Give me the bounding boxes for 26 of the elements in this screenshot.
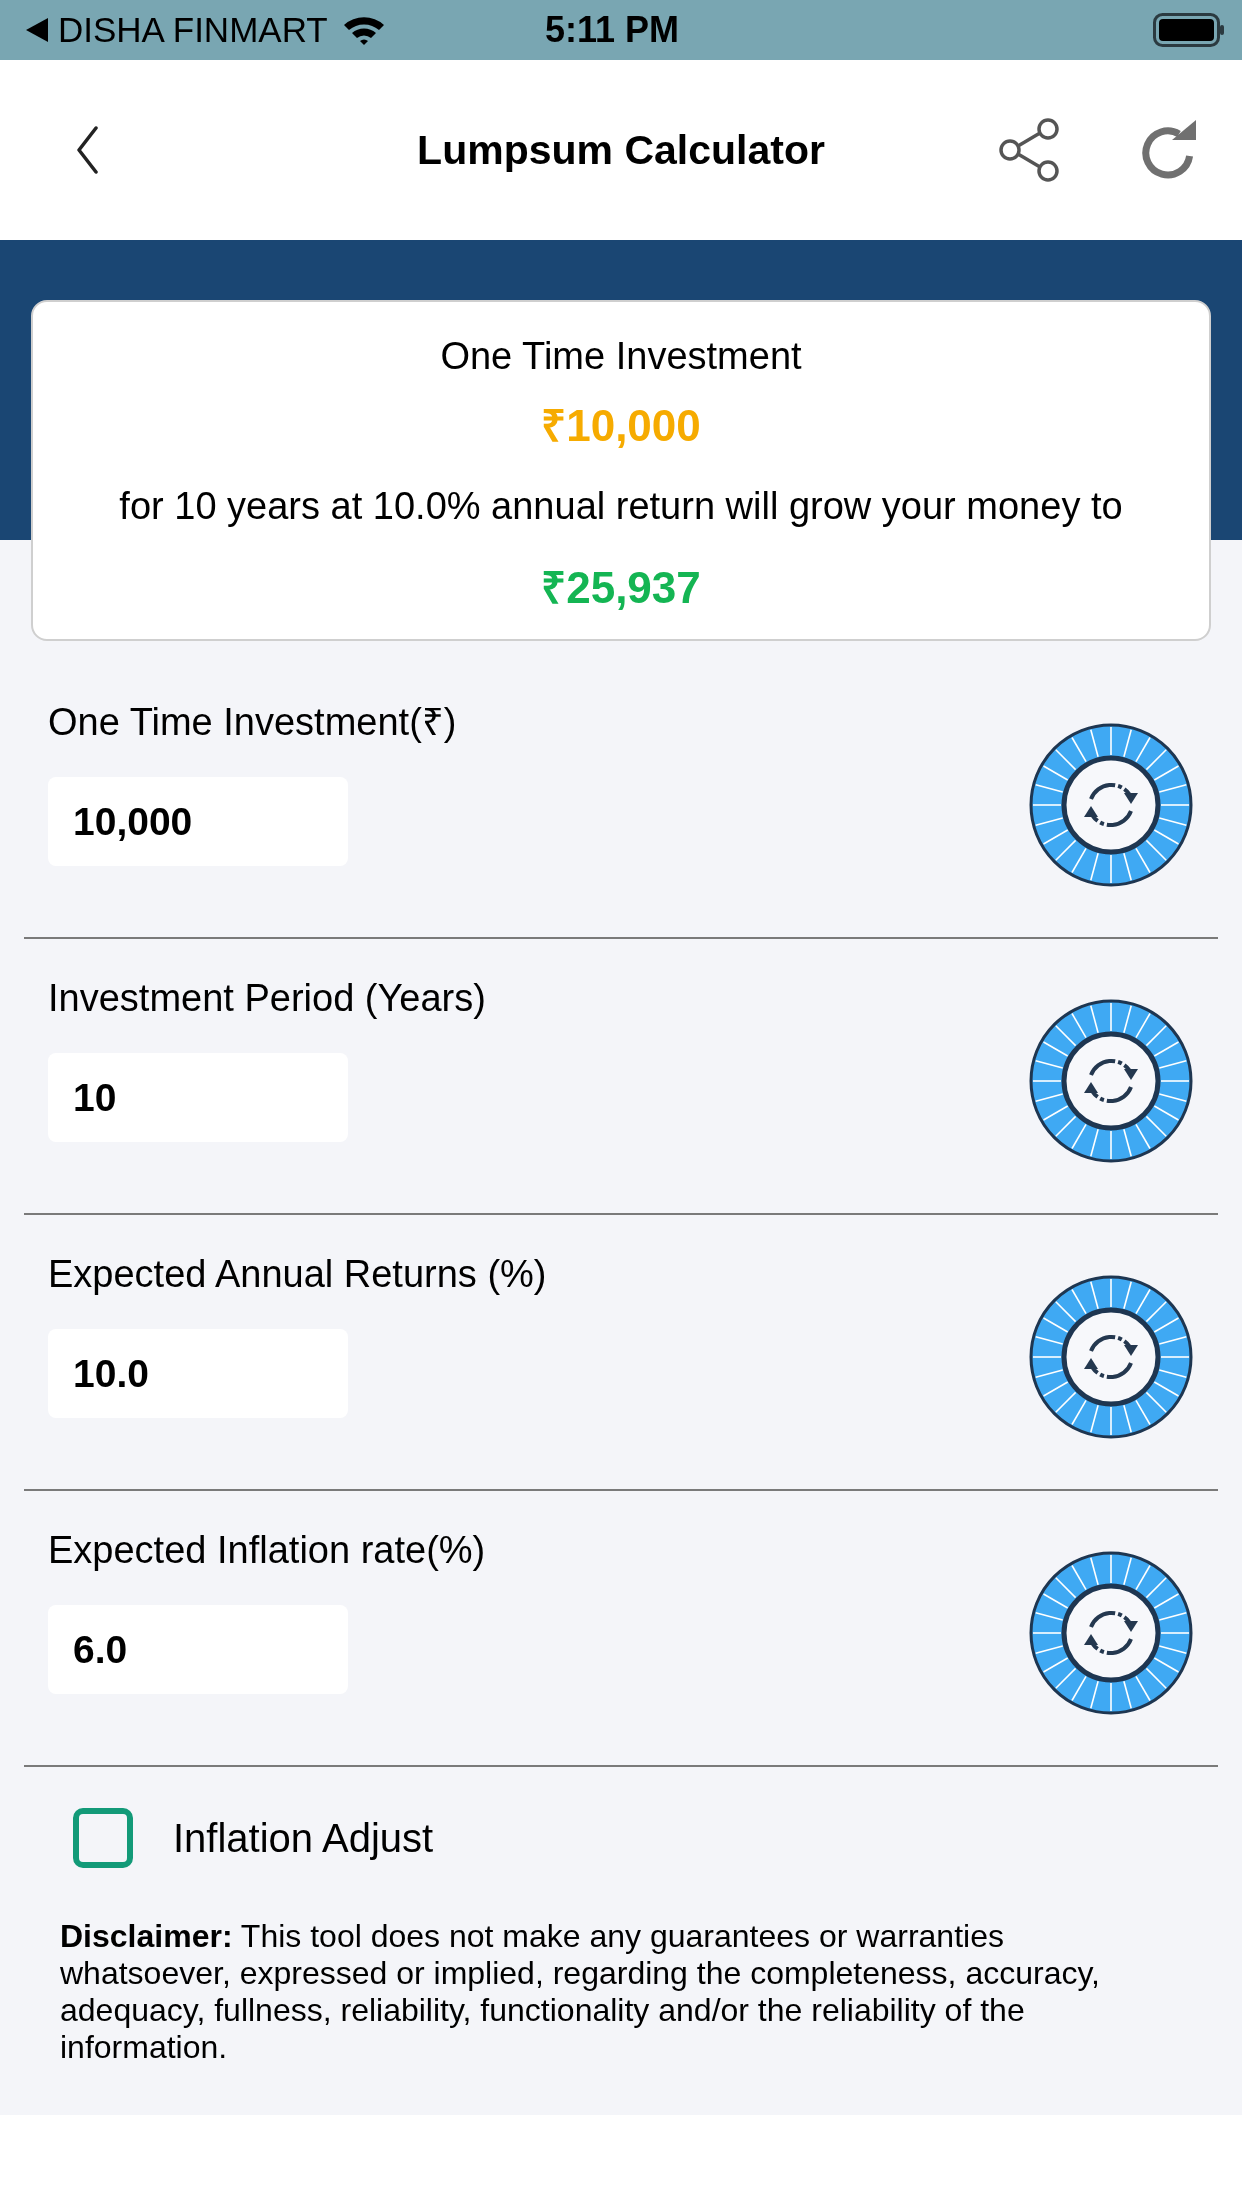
input-field[interactable]: 10.0	[48, 1329, 348, 1418]
refresh-dial-icon[interactable]	[1029, 1551, 1193, 1715]
refresh-dial-icon[interactable]	[1029, 723, 1193, 887]
checkbox[interactable]	[73, 1808, 133, 1868]
battery-icon	[1153, 13, 1225, 47]
page-title: Lumpsum Calculator	[417, 126, 825, 175]
summary-sentence: for 10 years at 10.0% annual return will grow your money to	[119, 484, 1123, 529]
status-time: 5:11 PM	[545, 10, 680, 50]
input-field[interactable]: 10	[48, 1053, 348, 1142]
maturity-amount: ₹25,937	[541, 562, 701, 614]
carrier-name: DISHA FINMART	[58, 10, 328, 50]
disclaimer-text: Disclaimer: This tool does not make any guarantees or warranties whatsoever, expressed or implied, regarding the completeness, accuracy, adequacy, fullness, reliability, functionality and/or the reliability of the information.	[59, 1918, 1101, 2066]
field-label: Expected Inflation rate(%)	[48, 1528, 486, 1573]
field-label: Expected Annual Returns (%)	[48, 1252, 547, 1297]
share-icon[interactable]	[998, 117, 1060, 183]
card-heading: One Time Investment	[440, 334, 802, 379]
back-icon[interactable]	[76, 126, 98, 174]
refresh-dial-icon[interactable]	[1029, 1275, 1193, 1439]
checkbox-label: Inflation Adjust	[173, 1815, 434, 1862]
input-field[interactable]: 10,000	[48, 777, 348, 866]
input-field[interactable]: 6.0	[48, 1605, 348, 1694]
field-label: One Time Investment(₹)	[48, 700, 457, 745]
investment-amount: ₹10,000	[541, 400, 701, 452]
field-label: Investment Period (Years)	[48, 976, 486, 1021]
back-arrow-icon[interactable]	[26, 18, 48, 42]
refresh-dial-icon[interactable]	[1029, 999, 1193, 1163]
